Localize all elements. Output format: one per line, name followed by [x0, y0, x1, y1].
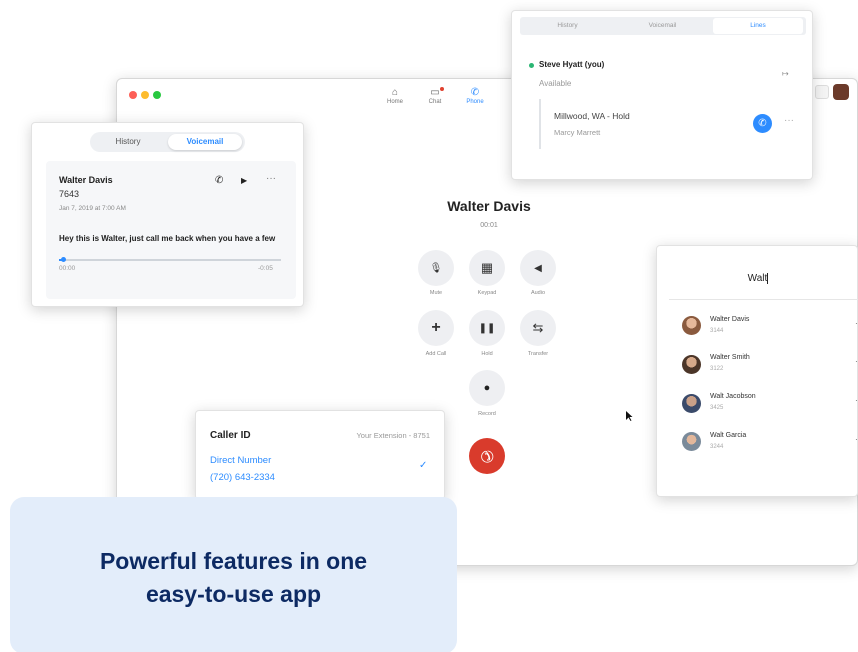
contact-avatar [682, 432, 701, 451]
contact-name: Walt Jacobson [710, 393, 756, 400]
mouse-cursor-icon [626, 411, 633, 421]
playback-remaining-time: -0:05 [258, 265, 273, 272]
contact-options-icon[interactable]: · [855, 435, 858, 444]
voicemail-number: 7643 [59, 189, 80, 199]
keypad-button[interactable]: ▦ [469, 250, 505, 286]
direct-number-value[interactable]: (720) 643-2334 [210, 472, 275, 483]
contact-name: Walter Smith [710, 354, 750, 361]
contact-extension: 3144 [710, 328, 724, 334]
microphone-icon: 🎙 [429, 262, 443, 274]
contact-options-icon[interactable]: · [855, 396, 858, 405]
audio-button[interactable]: ◀ [520, 250, 556, 286]
caller-id-title: Caller ID [210, 430, 251, 441]
contact-options-icon[interactable]: · [855, 357, 858, 366]
direct-number-label[interactable]: Direct Number [210, 455, 271, 466]
nav-phone-label: Phone [466, 99, 484, 105]
line-group-divider [539, 99, 541, 149]
end-call-button[interactable]: ✆ [469, 438, 505, 474]
nav-phone[interactable]: ✆ Phone [459, 87, 491, 105]
forward-icon[interactable]: ↦ [782, 69, 789, 78]
close-window-button[interactable] [129, 91, 137, 99]
audio-label: Audio [530, 290, 546, 296]
speaker-icon: ◀ [534, 262, 542, 274]
tab-lines[interactable]: Lines [713, 18, 803, 34]
tab-history[interactable]: History [92, 134, 164, 150]
voicemail-caller: Walter Davis [59, 175, 113, 185]
nav-home[interactable]: ⌂ Home [379, 87, 411, 105]
phone-icon: ✆ [470, 87, 480, 98]
tab-voicemail[interactable]: Voicemail [615, 17, 710, 35]
plus-icon: + [431, 319, 441, 336]
playback-track[interactable] [59, 259, 281, 261]
contact-search-panel: Walt Walter Davis 3144 · Walter Smith 31… [656, 245, 858, 497]
record-button[interactable]: ● [469, 370, 505, 406]
contact-name: Walt Garcia [710, 432, 747, 439]
pick-up-call-button[interactable]: ✆ [753, 114, 772, 133]
feature-banner: Powerful features in one easy-to-use app [10, 497, 457, 652]
voicemail-date: Jan 7, 2019 at 7:00 AM [59, 205, 126, 212]
your-extension: Your Extension - 8751 [356, 431, 430, 440]
line-subtitle: Marcy Marrett [554, 128, 601, 137]
voicemail-transcript: Hey this is Walter, just call me back wh… [59, 234, 276, 243]
contact-avatar [682, 316, 701, 335]
voicemail-item[interactable]: Walter Davis 7643 Jan 7, 2019 at 7:00 AM… [46, 161, 296, 299]
search-query: Walt [747, 273, 768, 285]
pause-icon: ❚❚ [478, 322, 496, 334]
lines-panel: History Voicemail Lines Steve Hyatt (you… [511, 10, 813, 180]
record-icon: ● [483, 382, 491, 394]
transfer-icon: ⇆ [532, 320, 544, 335]
chat-unread-dot [440, 87, 444, 91]
record-label: Record [478, 411, 496, 417]
search-divider [669, 299, 858, 300]
line-title: Millwood, WA - Hold [554, 111, 630, 121]
contact-search-input[interactable]: Walt [657, 273, 858, 284]
maximize-window-button[interactable] [153, 91, 161, 99]
keypad-icon: ▦ [480, 260, 494, 275]
call-timer: 00:01 [480, 222, 498, 229]
voicemail-panel: History Voicemail Walter Davis 7643 Jan … [31, 122, 304, 307]
current-user-status[interactable]: Available [539, 79, 571, 88]
contact-name: Walter Davis [710, 316, 750, 323]
contact-options-icon[interactable]: · [855, 319, 858, 328]
phone-icon: ✆ [758, 118, 767, 129]
nav-chat[interactable]: ▭ Chat [419, 87, 451, 105]
current-user-name: Steve Hyatt (you) [539, 60, 605, 69]
contact-avatar [682, 355, 701, 374]
contact-extension: 3122 [710, 366, 724, 372]
transfer-label: Transfer [527, 351, 549, 357]
more-options-icon[interactable]: ··· [266, 173, 276, 184]
banner-headline-line2: easy-to-use app [145, 581, 322, 607]
contact-avatar [682, 394, 701, 413]
home-icon: ⌂ [391, 87, 399, 98]
contact-extension: 3244 [710, 444, 724, 450]
nav-home-label: Home [386, 99, 403, 105]
contact-extension: 3425 [710, 405, 724, 411]
playback-start-time: 00:00 [59, 265, 76, 272]
history-voicemail-toggle: History Voicemail [90, 132, 245, 152]
mute-button[interactable]: 🎙 [418, 250, 454, 286]
tab-history[interactable]: History [520, 17, 615, 35]
tab-voicemail[interactable]: Voicemail [168, 134, 242, 150]
nav-chat-label: Chat [428, 99, 442, 105]
checkmark-icon: ✓ [419, 460, 428, 471]
playback-scrubber[interactable] [61, 257, 66, 262]
chat-icon: ▭ [430, 87, 440, 98]
caller-id-panel: Caller ID Your Extension - 8751 Direct N… [195, 410, 445, 500]
hang-up-icon: ✆ [475, 444, 498, 467]
lines-tab-bar: History Voicemail Lines [520, 17, 806, 35]
hold-button[interactable]: ❚❚ [469, 310, 505, 346]
window-search-field[interactable] [815, 85, 829, 99]
call-back-icon[interactable]: ✆ [215, 175, 223, 186]
text-caret [767, 273, 769, 284]
banner-headline-line1: Powerful features in one [99, 548, 368, 574]
minimize-window-button[interactable] [141, 91, 149, 99]
play-icon[interactable]: ▶ [241, 176, 247, 185]
add-call-button[interactable]: + [418, 310, 454, 346]
transfer-button[interactable]: ⇆ [520, 310, 556, 346]
call-contact-name: Walter Davis [447, 198, 531, 214]
available-status-dot [529, 63, 534, 68]
more-options-icon[interactable]: ··· [784, 115, 794, 126]
profile-avatar[interactable] [833, 84, 849, 100]
